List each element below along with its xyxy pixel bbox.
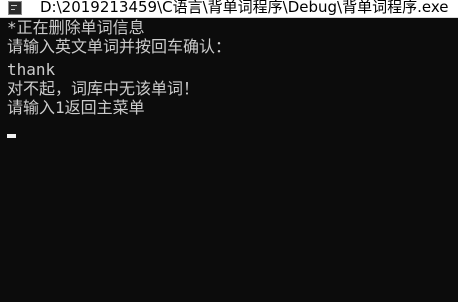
- console-line: 对不起，词库中无该单词！: [7, 79, 200, 98]
- text-cursor: [7, 134, 16, 138]
- console-line: 请输入1返回主菜单: [7, 98, 145, 117]
- console-line: *正在删除单词信息: [7, 18, 145, 37]
- console-window: D:\2019213459\C语言\背单词程序\Debug\背单词程序.exe …: [0, 0, 458, 302]
- title-bar[interactable]: D:\2019213459\C语言\背单词程序\Debug\背单词程序.exe: [0, 0, 458, 18]
- console-line: 请输入英文单词并按回车确认：: [7, 37, 232, 56]
- console-app-icon[interactable]: [8, 1, 22, 15]
- window-title: D:\2019213459\C语言\背单词程序\Debug\背单词程序.exe: [40, 0, 449, 16]
- console-line: thank: [7, 60, 56, 79]
- console-output[interactable]: *正在删除单词信息 请输入英文单词并按回车确认： thank 对不起，词库中无该…: [0, 18, 458, 302]
